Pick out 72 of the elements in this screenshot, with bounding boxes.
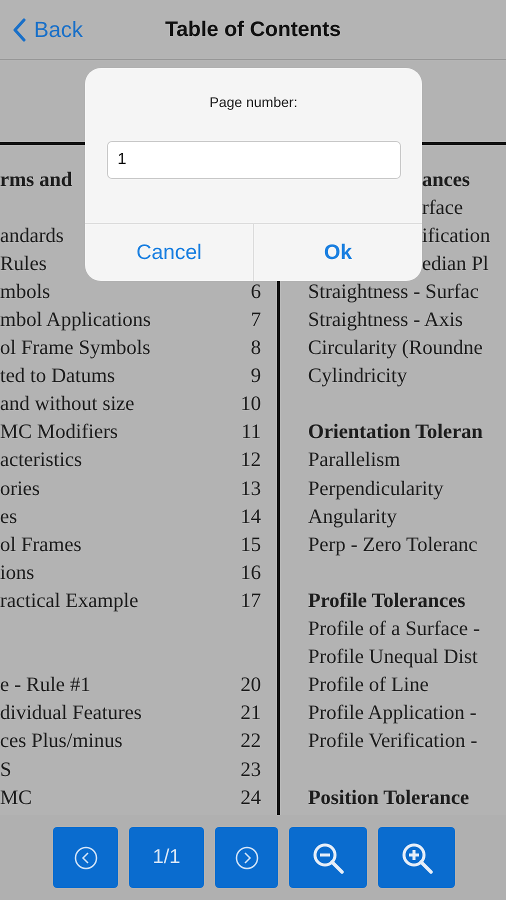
toc-entry[interactable]: Perpendicularity [308, 478, 444, 501]
toc-entry[interactable]: Profile of Line [308, 674, 429, 698]
toc-entry[interactable]: Cylindricity [308, 365, 408, 388]
toc-entry[interactable]: MC Modifiers [0, 421, 118, 444]
left-chevron-circle-icon [74, 846, 98, 870]
cancel-button[interactable]: Cancel [85, 224, 254, 281]
toc-entry[interactable]: Angularity [308, 506, 397, 529]
toc-entry[interactable]: ories [0, 478, 40, 501]
toc-entry[interactable]: Profile Application - [308, 702, 477, 726]
toc-entry[interactable]: Perp - Zero Toleranc [308, 534, 478, 557]
toc-entry[interactable]: Straightness - Axis [308, 309, 463, 332]
ok-button[interactable]: Ok [254, 224, 422, 281]
page-number: 11 [241, 421, 261, 444]
toc-entry[interactable]: mbol Applications [0, 309, 151, 332]
right-chevron-circle-icon [234, 846, 258, 870]
page-number: 16 [240, 562, 261, 585]
page-indicator-button[interactable]: 1/1 [129, 827, 204, 888]
previous-button[interactable] [53, 827, 118, 888]
toc-entry[interactable]: dividual Features [0, 702, 142, 726]
page-number: 21 [240, 702, 261, 726]
page-number: 7 [250, 309, 261, 332]
toc-entry[interactable]: Straightness - Surfac [308, 280, 479, 304]
page-number: 6 [250, 280, 261, 304]
toc-entry[interactable]: ification [422, 224, 490, 248]
back-chevron-icon [12, 18, 26, 42]
page-number: 14 [240, 506, 261, 529]
toc-entry[interactable]: Rules [0, 252, 47, 276]
zoom-out-icon [311, 840, 345, 874]
page-number: 12 [240, 449, 261, 472]
toc-entry[interactable]: MC [0, 786, 32, 810]
section-heading: rms and [0, 168, 72, 192]
toc-entry[interactable]: Profile Unequal Dist [308, 646, 478, 670]
toc-entry[interactable]: es [0, 506, 18, 529]
toc-entry[interactable]: rface [422, 196, 463, 220]
section-heading: Profile Tolerances [308, 590, 466, 613]
toc-entry[interactable]: S [0, 758, 12, 782]
page-title: Table of Contents [165, 18, 341, 42]
section-heading: ances [422, 168, 470, 192]
page-number-field[interactable]: 1 [106, 141, 400, 179]
toc-entry[interactable]: edian Pl [422, 252, 489, 276]
toc-entry[interactable]: ted to Datums [0, 365, 116, 388]
dialog-title: Page number: [210, 94, 298, 110]
section-heading: Position Tolerance [308, 786, 470, 810]
toc-entry[interactable]: acteristics [0, 449, 82, 472]
page-number: 13 [240, 478, 261, 501]
page-number: 22 [240, 730, 261, 754]
toc-entry[interactable]: ol Frames [0, 534, 82, 557]
page-number: 15 [240, 534, 261, 557]
toc-entry[interactable]: andards [0, 224, 64, 248]
zoom-in-button[interactable] [378, 827, 455, 888]
zoom-out-button[interactable] [289, 827, 367, 888]
next-button[interactable] [215, 827, 278, 888]
toc-entry[interactable]: Parallelism [308, 449, 400, 472]
toc-entry[interactable]: ol Frame Symbols [0, 337, 150, 360]
page-number: 9 [250, 365, 261, 388]
section-heading: Orientation Toleran [308, 421, 483, 444]
zoom-in-icon [400, 840, 434, 874]
toc-entry[interactable]: Profile of a Surface - [308, 618, 480, 642]
toc-entry[interactable]: ces Plus/minus [0, 730, 122, 754]
toc-entry[interactable]: and without size [0, 393, 134, 416]
toc-entry[interactable]: ractical Example [0, 590, 138, 613]
toc-entry[interactable]: e - Rule #1 [0, 674, 91, 698]
page-number: 23 [240, 758, 261, 782]
toc-entry[interactable]: Circularity (Roundne [308, 337, 483, 360]
toc-entry[interactable]: mbols [0, 280, 50, 304]
page-number: 8 [250, 337, 261, 360]
page-number: 10 [240, 393, 261, 416]
page-number: 17 [240, 590, 261, 613]
toc-entry[interactable]: ions [0, 562, 34, 585]
page-number: 24 [240, 786, 261, 810]
page-number: 20 [240, 674, 261, 698]
toc-entry[interactable]: Profile Verification - [308, 730, 478, 754]
